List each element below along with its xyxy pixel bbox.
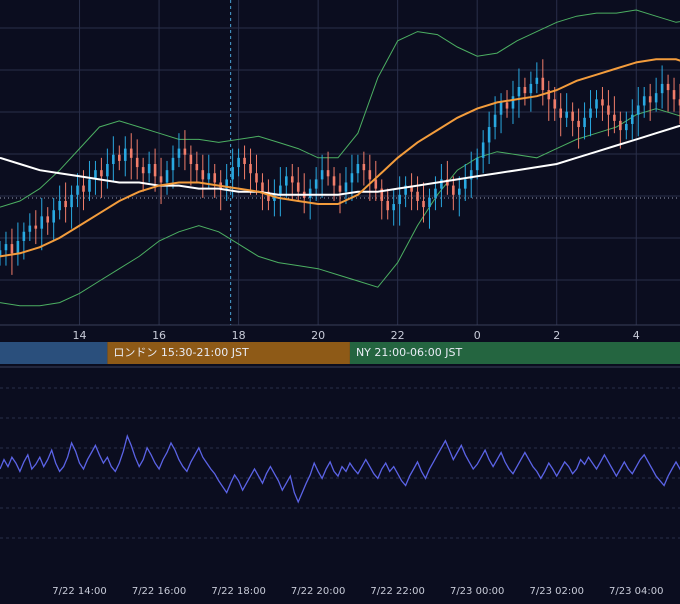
chart-svg: 14 16 18 20 22 0 2 4 7/22 14:00 7/22 16:00 7/22 1… — [0, 0, 680, 600]
oscillator-x-tick-label: 7/22 20:00 — [291, 586, 345, 597]
price-x-tick-label: 14 — [73, 329, 87, 342]
price-x-tick-label: 16 — [152, 329, 166, 342]
session-label: ロンドン 15:30-21:00 JST — [113, 346, 249, 359]
oscillator-x-tick-label: 7/22 16:00 — [132, 586, 186, 597]
price-x-tick-label: 2 — [553, 329, 560, 342]
session-label: NY 21:00-06:00 JST — [355, 346, 463, 359]
price-x-tick-label: 20 — [311, 329, 325, 342]
oscillator-x-tick-label: 7/23 02:00 — [529, 586, 583, 597]
oscillator-x-tick-label: 7/22 22:00 — [370, 586, 424, 597]
oscillator-x-tick-label: 7/22 14:00 — [52, 586, 106, 597]
oscillator-x-tick-label: 7/23 04:00 — [609, 586, 663, 597]
price-x-tick-label: 22 — [391, 329, 405, 342]
price-x-tick-label: 0 — [474, 329, 481, 342]
price-x-tick-label: 4 — [633, 329, 640, 342]
oscillator-x-tick-label: 7/22 18:00 — [211, 586, 265, 597]
chart-area: 14 16 18 20 22 0 2 4 7/22 14:00 7/22 16:00 7/22 1… — [0, 0, 680, 600]
chart-background — [0, 0, 680, 600]
session-band — [0, 342, 108, 364]
price-x-tick-label: 18 — [232, 329, 246, 342]
oscillator-x-tick-label: 7/23 00:00 — [450, 586, 504, 597]
